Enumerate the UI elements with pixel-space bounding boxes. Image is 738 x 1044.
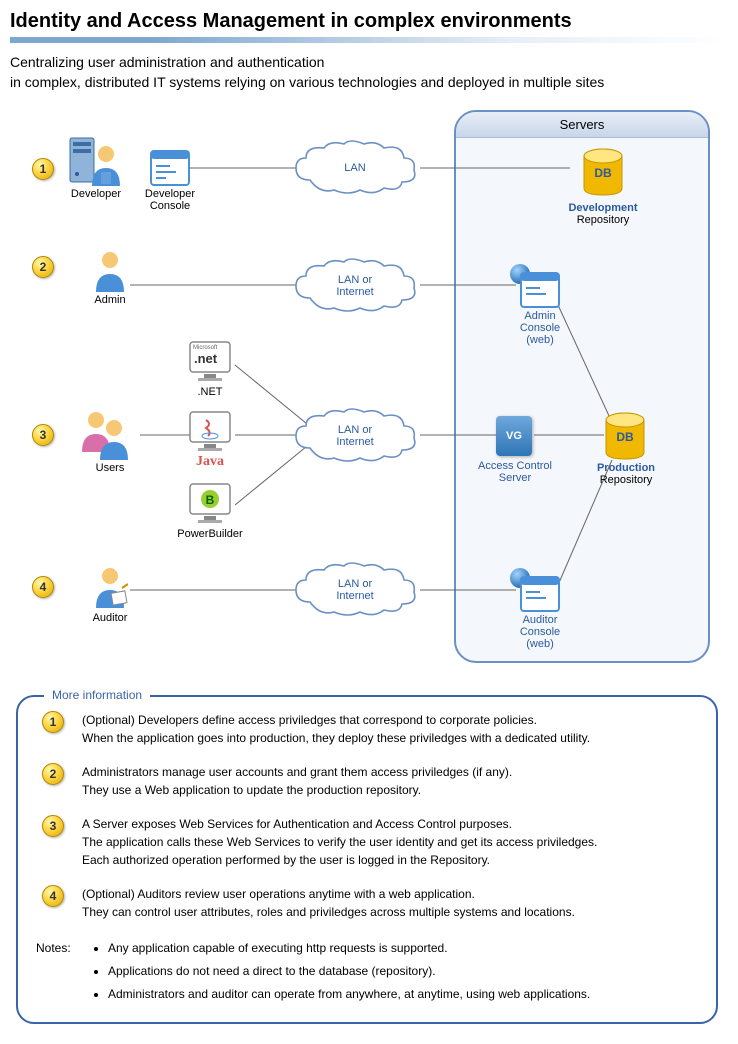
info-1-line2: When the application goes into productio… [82, 731, 590, 745]
java-label: Java [184, 454, 236, 470]
dotnet-icon-text: .net [194, 351, 217, 366]
admin-label: Admin [82, 294, 138, 306]
prod-db-icon: DB [604, 412, 646, 460]
info-text-1: (Optional) Developers define access priv… [82, 711, 698, 747]
powerbuilder-monitor-icon: B [188, 482, 232, 526]
dotnet-monitor-icon: Microsoft .net [188, 340, 232, 384]
users-person-icon-front [96, 418, 132, 460]
admin-person-icon [92, 250, 128, 292]
prod-db-text: DB [604, 430, 646, 444]
dev-repo-title: Development [568, 202, 637, 214]
info-4-line1: (Optional) Auditors review user operatio… [82, 887, 475, 901]
dev-repo-sub: Repository [577, 214, 630, 226]
dev-db-text: DB [582, 166, 624, 180]
note-item-2: Applications do not need a direct to the… [108, 960, 698, 983]
notes-list: Any application capable of executing htt… [90, 937, 698, 1005]
info-row-1: 1 (Optional) Developers define access pr… [36, 711, 698, 747]
cloud-lan-1-label: LAN [290, 162, 420, 174]
dev-db-icon: DB [582, 148, 624, 196]
page-subtitle: Centralizing user administration and aut… [10, 53, 728, 92]
note-item-1: Any application capable of executing htt… [108, 937, 698, 960]
auditor-person-icon [92, 566, 128, 608]
admin-console-label: Admin Console (web) [500, 310, 580, 346]
cloud-2-label: LAN or Internet [290, 274, 420, 298]
info-2-line2: They use a Web application to update the… [82, 783, 421, 797]
info-1-line1: (Optional) Developers define access priv… [82, 713, 537, 727]
cloud-4: LAN or Internet [290, 562, 420, 618]
info-text-4: (Optional) Auditors review user operatio… [82, 885, 698, 921]
dev-repo-label: Development Repository [554, 202, 652, 226]
notes-label: Notes: [36, 937, 90, 1005]
auditor-console-icon [520, 576, 560, 612]
powerbuilder-label: PowerBuilder [168, 528, 252, 540]
cloud-3-label: LAN or Internet [290, 424, 420, 448]
java-monitor-icon [188, 410, 232, 454]
info-badge-3: 3 [42, 815, 64, 837]
info-badge-1: 1 [42, 711, 64, 733]
info-row-3: 3 A Server exposes Web Services for Auth… [36, 815, 698, 869]
subtitle-line1: Centralizing user administration and aut… [10, 54, 324, 70]
developer-person-icon [88, 144, 124, 186]
info-row-2: 2 Administrators manage user accounts an… [36, 763, 698, 799]
info-3-line3: Each authorized operation performed by t… [82, 853, 490, 867]
info-text-2: Administrators manage user accounts and … [82, 763, 698, 799]
info-text-3: A Server exposes Web Services for Authen… [82, 815, 698, 869]
acs-label: Access Control Server [470, 460, 560, 484]
auditor-console-label: Auditor Console (web) [500, 614, 580, 650]
architecture-diagram: Servers [10, 110, 728, 675]
info-3-line1: A Server exposes Web Services for Authen… [82, 817, 512, 831]
developer-console-label: Developer Console [138, 188, 202, 212]
developer-label: Developer [68, 188, 124, 200]
cloud-3: LAN or Internet [290, 408, 420, 464]
developer-console-icon [150, 150, 190, 186]
info-row-4: 4 (Optional) Auditors review user operat… [36, 885, 698, 921]
info-2-line1: Administrators manage user accounts and … [82, 765, 512, 779]
info-badge-4: 4 [42, 885, 64, 907]
more-information-box: More information 1 (Optional) Developers… [16, 695, 718, 1023]
access-control-server-icon: VG [496, 416, 532, 456]
subtitle-line2: in complex, distributed IT systems relyi… [10, 74, 604, 90]
note-item-3: Administrators and auditor can operate f… [108, 983, 698, 1006]
info-3-line2: The application calls these Web Services… [82, 835, 597, 849]
cloud-2: LAN or Internet [290, 258, 420, 314]
page-title: Identity and Access Management in comple… [10, 10, 728, 33]
prod-repo-title: Production [597, 462, 655, 474]
cloud-4-label: LAN or Internet [290, 578, 420, 602]
prod-repo-sub: Repository [600, 474, 653, 486]
auditor-label: Auditor [82, 612, 138, 624]
cloud-lan-1: LAN [290, 140, 420, 196]
title-underline [10, 37, 728, 43]
notes-row: Notes: Any application capable of execut… [36, 937, 698, 1005]
info-4-line2: They can control user attributes, roles … [82, 905, 575, 919]
admin-console-icon [520, 272, 560, 308]
svg-text:B: B [206, 493, 215, 507]
more-information-legend: More information [44, 688, 150, 702]
prod-repo-label: Production Repository [582, 462, 670, 486]
users-label: Users [82, 462, 138, 474]
dotnet-label: .NET [188, 386, 232, 398]
info-badge-2: 2 [42, 763, 64, 785]
